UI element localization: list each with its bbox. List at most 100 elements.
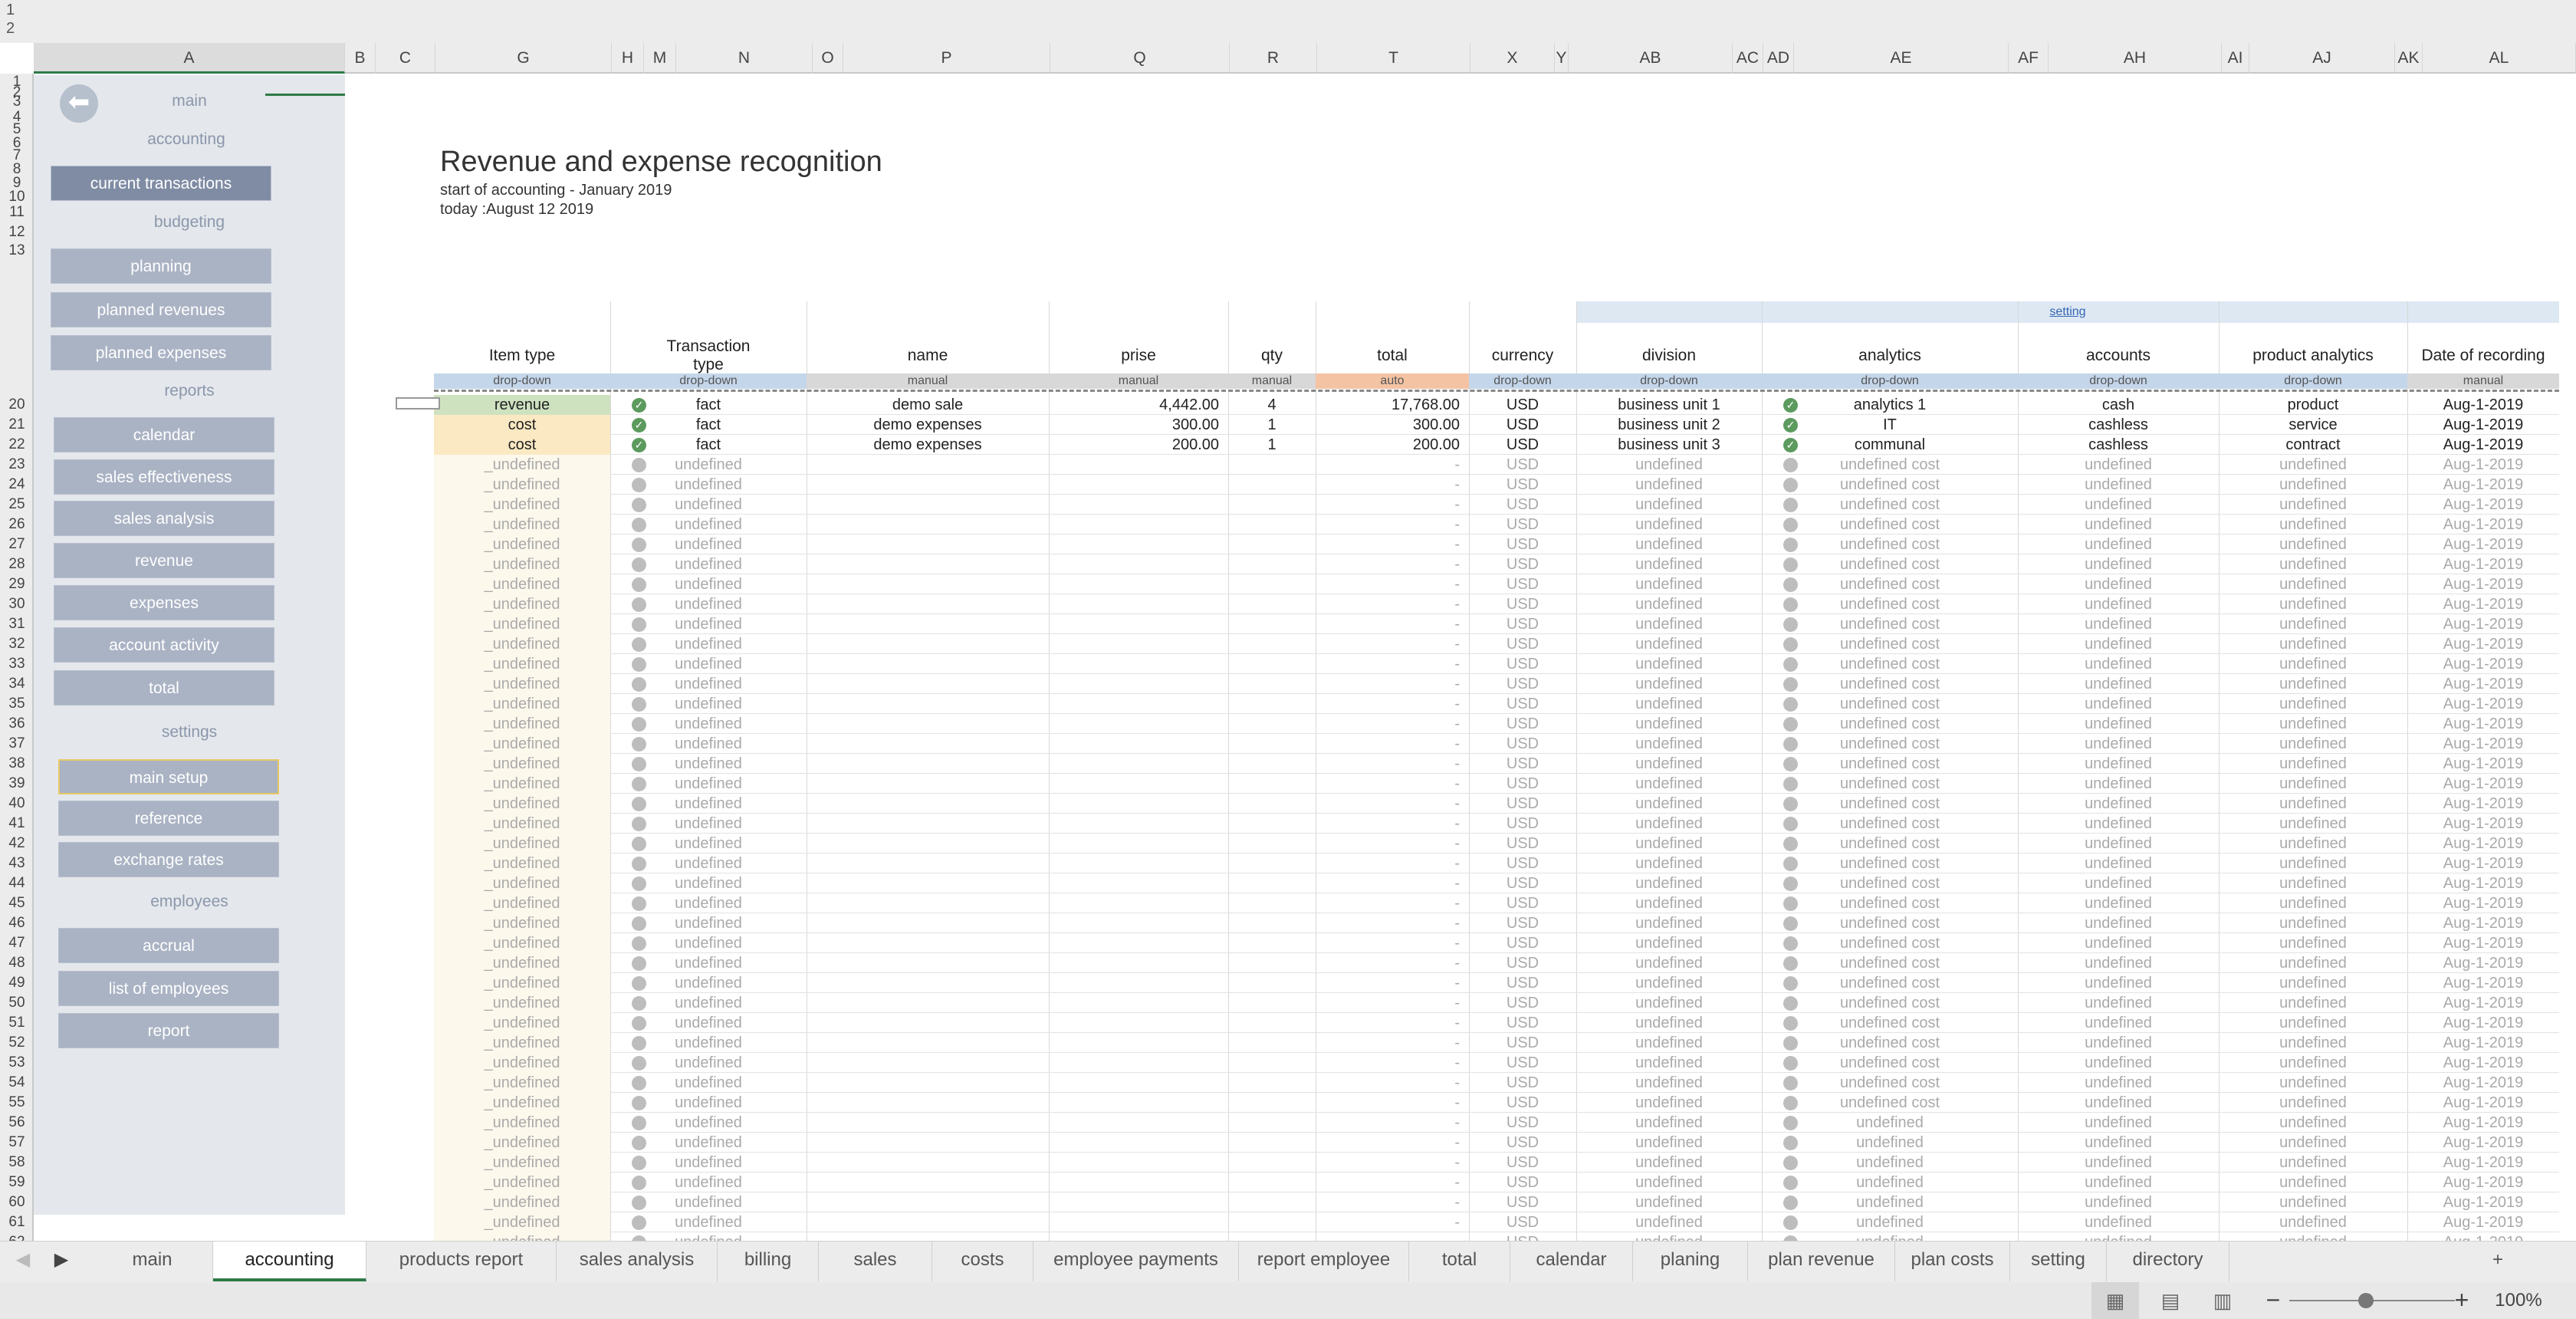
cell-prise[interactable]: [1049, 1093, 1228, 1113]
cell-name[interactable]: demo sale: [807, 395, 1049, 415]
table-row[interactable]: _undefinedundefined-USDundefinedundefine…: [434, 1173, 2559, 1192]
cell-division[interactable]: undefined: [1576, 1093, 1762, 1113]
cell-prise[interactable]: [1049, 1173, 1228, 1192]
cell-product-analytics[interactable]: undefined: [2219, 1013, 2407, 1033]
column-header-g[interactable]: G: [435, 43, 612, 74]
table-row[interactable]: _undefinedundefined-USDundefinedundefine…: [434, 953, 2559, 973]
row-header-60[interactable]: 60: [0, 1194, 32, 1211]
row-header-41[interactable]: 41: [0, 815, 32, 832]
cell-date[interactable]: Aug-1-2019: [2407, 1093, 2559, 1113]
cell-total[interactable]: -: [1316, 873, 1469, 893]
cell-analytics[interactable]: undefined: [1762, 1232, 2018, 1241]
cell-analytics[interactable]: undefined: [1762, 1153, 2018, 1173]
cell-analytics[interactable]: undefined: [1762, 1212, 2018, 1232]
cell-name[interactable]: [807, 993, 1049, 1013]
row-header-29[interactable]: 29: [0, 576, 32, 593]
cell-qty[interactable]: [1228, 933, 1316, 953]
cell-accounts[interactable]: undefined: [2018, 953, 2219, 973]
cell-currency[interactable]: USD: [1469, 435, 1576, 455]
cell-prise[interactable]: [1049, 495, 1228, 515]
cell-analytics[interactable]: undefined cost: [1762, 854, 2018, 873]
cell-analytics[interactable]: undefined cost: [1762, 953, 2018, 973]
cell-product-analytics[interactable]: undefined: [2219, 873, 2407, 893]
cell-currency[interactable]: USD: [1469, 1153, 1576, 1173]
row-header-11[interactable]: 11: [0, 204, 32, 221]
cell-qty[interactable]: [1228, 1113, 1316, 1133]
cell-currency[interactable]: USD: [1469, 873, 1576, 893]
cell-analytics[interactable]: undefined: [1762, 1133, 2018, 1153]
cell-prise[interactable]: 300.00: [1049, 415, 1228, 435]
row-header-38[interactable]: 38: [0, 755, 32, 772]
cell-qty[interactable]: [1228, 1212, 1316, 1232]
cell-analytics[interactable]: undefined cost: [1762, 1073, 2018, 1093]
cell-division[interactable]: undefined: [1576, 973, 1762, 993]
cell-date[interactable]: Aug-1-2019: [2407, 913, 2559, 933]
cell-prise[interactable]: [1049, 515, 1228, 535]
cell-accounts[interactable]: undefined: [2018, 1232, 2219, 1241]
cell-qty[interactable]: [1228, 1232, 1316, 1241]
cell-item-type[interactable]: _undefined: [434, 794, 610, 814]
cell-analytics[interactable]: undefined cost: [1762, 1093, 2018, 1113]
cell-item-type[interactable]: cost: [434, 415, 610, 435]
cell-division[interactable]: undefined: [1576, 1053, 1762, 1073]
cell-total[interactable]: -: [1316, 993, 1469, 1013]
cell-name[interactable]: [807, 1232, 1049, 1241]
cell-division[interactable]: undefined: [1576, 1232, 1762, 1241]
cell-item-type[interactable]: _undefined: [434, 674, 610, 694]
cell-qty[interactable]: 1: [1228, 435, 1316, 455]
cell-item-type[interactable]: _undefined: [434, 654, 610, 674]
cell-item-type[interactable]: _undefined: [434, 475, 610, 495]
cell-division[interactable]: undefined: [1576, 614, 1762, 634]
cell-date[interactable]: Aug-1-2019: [2407, 873, 2559, 893]
cell-qty[interactable]: [1228, 814, 1316, 834]
table-row[interactable]: _undefinedundefined-USDundefinedundefine…: [434, 794, 2559, 814]
cell-product-analytics[interactable]: undefined: [2219, 714, 2407, 734]
cell-name[interactable]: [807, 594, 1049, 614]
cell-name[interactable]: [807, 515, 1049, 535]
cell-accounts[interactable]: undefined: [2018, 933, 2219, 953]
cell-qty[interactable]: [1228, 953, 1316, 973]
cell-date[interactable]: Aug-1-2019: [2407, 893, 2559, 913]
cell-date[interactable]: Aug-1-2019: [2407, 1133, 2559, 1153]
row-header-26[interactable]: 26: [0, 516, 32, 533]
cell-total[interactable]: -: [1316, 455, 1469, 475]
cell-date[interactable]: Aug-1-2019: [2407, 515, 2559, 535]
row-header-21[interactable]: 21: [0, 416, 32, 433]
sheet-tab-directory[interactable]: directory: [2107, 1242, 2229, 1281]
cell-name[interactable]: [807, 1133, 1049, 1153]
cell-qty[interactable]: [1228, 993, 1316, 1013]
cell-division[interactable]: undefined: [1576, 893, 1762, 913]
sidebar-item-exchange-rates[interactable]: exchange rates: [58, 842, 279, 877]
cell-name[interactable]: [807, 654, 1049, 674]
cell-date[interactable]: Aug-1-2019: [2407, 1192, 2559, 1212]
cell-prise[interactable]: 200.00: [1049, 435, 1228, 455]
cell-date[interactable]: Aug-1-2019: [2407, 1153, 2559, 1173]
cell-total[interactable]: -: [1316, 774, 1469, 794]
cell-qty[interactable]: [1228, 754, 1316, 774]
cell-division[interactable]: undefined: [1576, 774, 1762, 794]
cell-qty[interactable]: [1228, 495, 1316, 515]
cell-name[interactable]: [807, 1033, 1049, 1053]
cell-division[interactable]: undefined: [1576, 535, 1762, 554]
cell-currency[interactable]: USD: [1469, 913, 1576, 933]
column-header-m[interactable]: M: [644, 43, 676, 74]
cell-name[interactable]: [807, 893, 1049, 913]
cell-qty[interactable]: 1: [1228, 415, 1316, 435]
sheet-tab-billing[interactable]: billing: [718, 1242, 819, 1281]
row-header-50[interactable]: 50: [0, 995, 32, 1011]
cell-date[interactable]: Aug-1-2019: [2407, 594, 2559, 614]
cell-name[interactable]: [807, 1192, 1049, 1212]
cell-accounts[interactable]: undefined: [2018, 1192, 2219, 1212]
cell-total[interactable]: -: [1316, 754, 1469, 774]
cell-product-analytics[interactable]: undefined: [2219, 614, 2407, 634]
table-row[interactable]: _undefinedundefined-USDundefinedundefine…: [434, 1232, 2559, 1241]
cell-accounts[interactable]: undefined: [2018, 1073, 2219, 1093]
cell-analytics[interactable]: undefined cost: [1762, 535, 2018, 554]
cell-accounts[interactable]: undefined: [2018, 475, 2219, 495]
column-header-af[interactable]: AF: [2009, 43, 2049, 74]
table-row[interactable]: _undefinedundefined-USDundefinedundefine…: [434, 1133, 2559, 1153]
column-header-p[interactable]: P: [843, 43, 1050, 74]
cell-prise[interactable]: [1049, 694, 1228, 714]
cell-qty[interactable]: [1228, 1153, 1316, 1173]
table-row[interactable]: _undefinedundefined-USDundefinedundefine…: [434, 1113, 2559, 1133]
